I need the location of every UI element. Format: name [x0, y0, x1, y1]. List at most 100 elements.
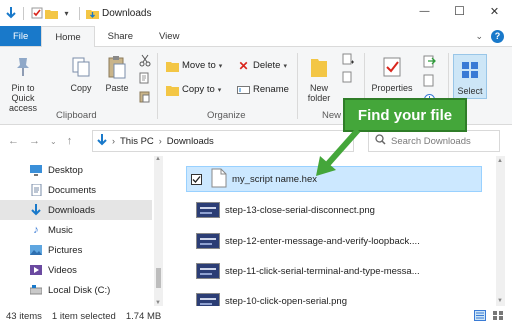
minimize-button[interactable]: — — [407, 0, 442, 22]
music-icon: ♪ — [33, 224, 39, 236]
back-arrow-icon[interactable]: ← — [8, 135, 19, 147]
maximize-button[interactable]: ☐ — [442, 0, 477, 22]
details-view-icon[interactable] — [474, 309, 486, 324]
downloads-icon — [30, 204, 42, 216]
image-thumbnail-icon — [196, 263, 220, 279]
properties-button[interactable]: Properties — [370, 54, 414, 93]
easy-access-icon[interactable] — [341, 71, 354, 86]
divider — [79, 6, 80, 20]
new-item-icon[interactable] — [341, 53, 354, 68]
nav-item-label: Pictures — [48, 244, 83, 256]
file-row[interactable]: step-12-enter-message-and-verify-loopbac… — [186, 228, 482, 254]
navigation-scrollbar[interactable]: ▲ ▼ — [154, 156, 163, 306]
nav-item-downloads[interactable]: Downloads — [0, 200, 152, 220]
quick-access-toolbar: ▾ — [0, 6, 99, 20]
tab-file[interactable]: File — [0, 26, 42, 46]
select-button[interactable]: Select — [453, 54, 487, 99]
large-icons-view-icon[interactable] — [492, 310, 504, 324]
file-name: step-13-close-serial-disconnect.png — [225, 204, 375, 216]
tab-share[interactable]: Share — [95, 26, 146, 46]
group-divider — [297, 53, 298, 119]
status-bar: 43 items 1 item selected 1.74 MB — [0, 306, 512, 327]
copy-icon — [68, 54, 94, 80]
nav-item-local-disk[interactable]: Local Disk (C:) — [0, 280, 152, 300]
file-name: step-12-enter-message-and-verify-loopbac… — [225, 235, 420, 247]
file-row[interactable]: step-10-click-open-serial.png — [186, 288, 482, 306]
delete-icon: ✕ — [238, 58, 249, 73]
copy-label: Copy — [70, 83, 92, 93]
nav-item-documents[interactable]: Documents — [0, 180, 152, 200]
search-placeholder: Search Downloads — [391, 135, 471, 147]
ribbon-right-controls: ⌄ ? — [475, 26, 512, 46]
scrollbar-thumb[interactable] — [156, 268, 161, 288]
item-count: 43 items — [6, 311, 42, 322]
move-to-button[interactable]: Move to ▾ — [166, 59, 222, 72]
nav-item-label: Documents — [48, 184, 97, 196]
organize-group-label: Organize — [207, 110, 246, 121]
new-folder-label: New folder — [307, 83, 331, 103]
down-arrow-icon[interactable] — [4, 7, 17, 20]
callout-arrow-icon — [316, 128, 361, 176]
image-thumbnail-icon — [196, 293, 220, 306]
rename-button[interactable]: Rename — [237, 83, 289, 96]
window-title: Downloads — [102, 7, 152, 19]
nav-item-desktop[interactable]: Desktop — [0, 160, 152, 180]
image-thumbnail-icon — [196, 233, 220, 249]
breadcrumb-separator-icon[interactable]: › — [112, 136, 115, 146]
file-name: step-10-click-open-serial.png — [225, 295, 347, 307]
rename-label: Rename — [253, 84, 289, 95]
copy-path-icon[interactable] — [139, 72, 151, 87]
forward-arrow-icon[interactable]: → — [29, 135, 40, 147]
copy-to-button[interactable]: Copy to ▾ — [166, 83, 221, 96]
nav-item-pictures[interactable]: Pictures — [0, 240, 152, 260]
scroll-down-icon[interactable]: ▼ — [497, 298, 503, 304]
cut-icon[interactable] — [139, 54, 151, 69]
search-box[interactable]: Search Downloads — [368, 130, 500, 152]
help-icon[interactable]: ? — [491, 29, 504, 43]
recent-dropdown-icon[interactable]: ⌄ — [50, 137, 57, 146]
move-to-label: Move to — [182, 60, 216, 71]
file-name: my_script name.hex — [232, 173, 318, 185]
nav-item-music[interactable]: ♪ Music — [0, 220, 152, 240]
selection-status: 1 item selected — [51, 311, 116, 322]
paste-button[interactable]: Paste — [102, 54, 132, 93]
paste-shortcut-icon[interactable] — [139, 90, 151, 105]
up-arrow-icon[interactable]: ↑ — [67, 135, 73, 147]
pin-to-quick-access-button[interactable]: Pin to Quick access — [6, 54, 40, 113]
breadcrumb-downloads[interactable]: Downloads — [167, 136, 214, 147]
window-controls: — ☐ ✕ — [407, 0, 512, 22]
tab-view[interactable]: View — [146, 26, 192, 46]
move-to-icon — [166, 59, 179, 72]
open-icon[interactable] — [423, 55, 436, 70]
copy-button[interactable]: Copy — [66, 54, 96, 93]
customize-dropdown-icon[interactable]: ▾ — [60, 7, 73, 20]
view-toggles — [474, 309, 512, 324]
scroll-up-icon[interactable]: ▲ — [155, 156, 161, 162]
nav-item-label: Music — [48, 224, 73, 236]
tab-home[interactable]: Home — [41, 26, 95, 48]
new-folder-button[interactable]: New folder — [302, 54, 336, 103]
new-folder-icon — [306, 54, 332, 80]
navigation-pane: Desktop Documents Downloads ♪ Music Pict… — [0, 156, 165, 306]
file-list-scrollbar[interactable]: ▲ ▼ — [496, 156, 505, 306]
nav-item-label: Downloads — [48, 204, 95, 216]
documents-icon — [30, 184, 42, 196]
pictures-icon — [30, 244, 42, 256]
scroll-up-icon[interactable]: ▲ — [497, 158, 503, 164]
generic-file-icon — [211, 168, 227, 191]
file-row[interactable]: step-11-click-serial-terminal-and-type-m… — [186, 258, 482, 284]
delete-button[interactable]: ✕ Delete ▾ — [237, 58, 287, 73]
edit-icon[interactable] — [423, 74, 436, 89]
desktop-icon — [30, 164, 42, 176]
selection-size: 1.74 MB — [125, 311, 162, 322]
breadcrumb-separator-icon[interactable]: › — [159, 136, 162, 146]
checkbox-checked-icon[interactable] — [191, 173, 202, 185]
close-button[interactable]: ✕ — [477, 0, 512, 22]
folder-icon[interactable] — [45, 7, 58, 20]
breadcrumb-this-pc[interactable]: This PC — [120, 136, 154, 147]
chevron-down-icon[interactable]: ⌄ — [475, 31, 483, 42]
properties-check-icon[interactable] — [30, 7, 43, 20]
title-bar: ▾ Downloads — ☐ ✕ — [0, 0, 512, 26]
file-row[interactable]: step-13-close-serial-disconnect.png — [186, 197, 482, 223]
nav-item-videos[interactable]: Videos — [0, 260, 152, 280]
